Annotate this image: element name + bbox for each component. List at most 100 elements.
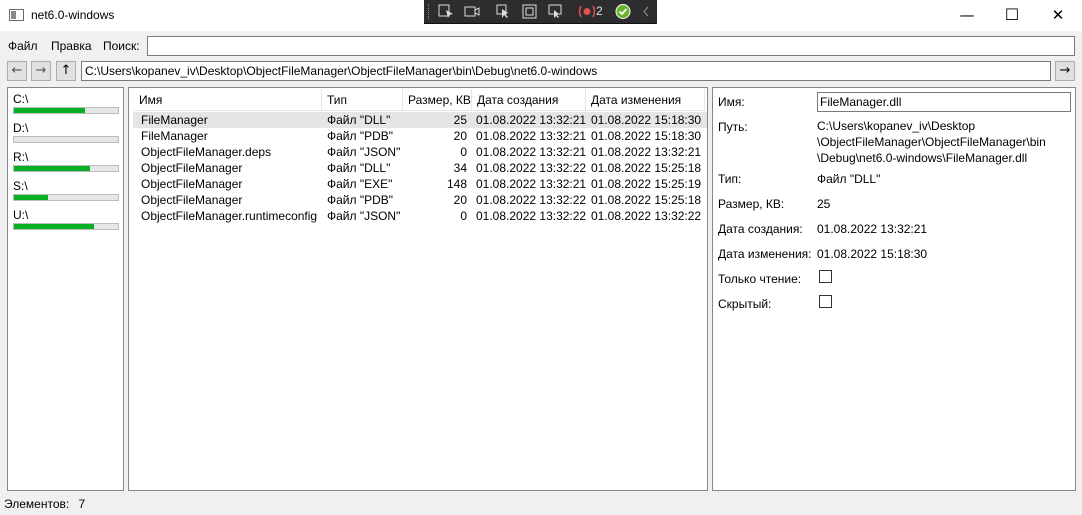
- created-label: Дата создания:: [718, 222, 803, 236]
- table-row[interactable]: ObjectFileManager Файл "DLL" 34 01.08.20…: [133, 160, 707, 176]
- drive-item[interactable]: R:\: [13, 151, 119, 172]
- drive-item[interactable]: S:\: [13, 180, 119, 201]
- drive-usage-bar: [13, 107, 119, 114]
- up-button[interactable]: ↑: [56, 61, 76, 81]
- drive-usage-fill: [14, 224, 95, 229]
- table-row[interactable]: FileManager Файл "PDB" 20 01.08.2022 13:…: [133, 128, 707, 144]
- pointer-icon[interactable]: [496, 4, 512, 19]
- file-size: 20: [453, 193, 467, 207]
- table-row[interactable]: ObjectFileManager Файл "EXE" 148 01.08.2…: [133, 176, 707, 192]
- file-created: 01.08.2022 13:32:21: [476, 129, 587, 143]
- window-title: net6.0-windows: [31, 8, 115, 22]
- drive-item[interactable]: U:\: [13, 209, 119, 230]
- select-element-icon[interactable]: [438, 4, 454, 19]
- file-created: 01.08.2022 13:32:22: [476, 209, 587, 223]
- drive-label: R:\: [13, 150, 29, 164]
- file-type: Файл "DLL": [327, 161, 391, 175]
- file-type: Файл "PDB": [327, 129, 394, 143]
- name-label: Имя:: [718, 95, 745, 109]
- track-focus-icon[interactable]: [548, 4, 564, 19]
- display-layout-icon[interactable]: [522, 4, 538, 19]
- file-created: 01.08.2022 13:32:21: [476, 113, 587, 127]
- file-size: 25: [453, 113, 467, 127]
- maximize-button[interactable]: ☐: [989, 0, 1035, 30]
- file-name: ObjectFileManager.runtimeconfig: [141, 209, 318, 223]
- drive-label: D:\: [13, 121, 29, 135]
- back-button[interactable]: ←: [7, 61, 27, 81]
- go-button[interactable]: →: [1055, 61, 1075, 81]
- file-type: Файл "JSON": [327, 145, 401, 159]
- column-header-type[interactable]: Тип: [322, 89, 403, 111]
- record-icon[interactable]: [464, 4, 480, 19]
- type-label: Тип:: [718, 172, 742, 186]
- type-value: Файл "DLL": [817, 172, 881, 186]
- minimize-button[interactable]: —: [944, 0, 990, 30]
- forward-button[interactable]: →: [31, 61, 51, 81]
- file-created: 01.08.2022 13:32:22: [476, 161, 587, 175]
- size-value: 25: [817, 197, 831, 211]
- hidden-label: Скрытый:: [718, 297, 772, 311]
- binding-failures-icon[interactable]: [578, 4, 596, 19]
- name-input[interactable]: FileManager.dll: [817, 92, 1071, 112]
- search-input[interactable]: [147, 36, 1075, 56]
- xaml-debug-toolbar: 2: [424, 0, 657, 24]
- size-label: Размер, КВ:: [718, 197, 785, 211]
- app-icon: [9, 9, 24, 21]
- file-size: 148: [446, 177, 467, 191]
- drive-item[interactable]: C:\: [13, 93, 119, 114]
- file-type: Файл "JSON": [327, 209, 401, 223]
- table-row[interactable]: ObjectFileManager Файл "PDB" 20 01.08.20…: [133, 192, 707, 208]
- modified-value: 01.08.2022 15:18:30: [817, 247, 928, 261]
- path-label: Путь:: [718, 120, 748, 134]
- hot-reload-icon[interactable]: [615, 4, 631, 19]
- toolbar-grip-icon[interactable]: [428, 4, 432, 19]
- file-type: Файл "DLL": [327, 113, 391, 127]
- search-label: Поиск:: [103, 39, 140, 53]
- file-name: ObjectFileManager.deps: [141, 145, 272, 159]
- drive-usage-bar: [13, 223, 119, 230]
- drive-usage-fill: [14, 195, 49, 200]
- table-row[interactable]: ObjectFileManager.runtimeconfig Файл "JS…: [133, 208, 707, 224]
- file-name: ObjectFileManager: [141, 177, 243, 191]
- file-type: Файл "PDB": [327, 193, 394, 207]
- items-count: 7: [78, 497, 86, 511]
- file-size: 20: [453, 129, 467, 143]
- column-header-size[interactable]: Размер, КВ: [403, 89, 472, 111]
- status-bar: Элементов: 7: [4, 497, 85, 511]
- column-header-created[interactable]: Дата создания: [472, 89, 586, 111]
- drive-item[interactable]: D:\: [13, 122, 119, 143]
- collapse-icon[interactable]: [641, 4, 651, 19]
- file-modified: 01.08.2022 13:32:21: [591, 145, 702, 159]
- hidden-checkbox[interactable]: [819, 295, 832, 308]
- menu-edit[interactable]: Правка: [51, 39, 92, 53]
- drive-usage-fill: [14, 166, 90, 171]
- table-row[interactable]: FileManager Файл "DLL" 25 01.08.2022 13:…: [133, 112, 707, 128]
- items-count-label: Элементов:: [4, 497, 70, 511]
- table-row[interactable]: ObjectFileManager.deps Файл "JSON" 0 01.…: [133, 144, 707, 160]
- file-modified: 01.08.2022 13:32:22: [591, 209, 702, 223]
- file-name: FileManager: [141, 129, 208, 143]
- created-value: 01.08.2022 13:32:21: [817, 222, 928, 236]
- readonly-checkbox[interactable]: [819, 270, 832, 283]
- modified-label: Дата изменения:: [718, 247, 812, 261]
- file-size: 34: [453, 161, 467, 175]
- file-size: 0: [460, 145, 467, 159]
- drive-label: S:\: [13, 179, 28, 193]
- drive-usage-fill: [14, 108, 85, 113]
- path-line: C:\Users\kopanev_iv\Desktop: [817, 119, 976, 133]
- file-modified: 01.08.2022 15:18:30: [591, 129, 702, 143]
- close-button[interactable]: ✕: [1035, 0, 1081, 30]
- drive-label: U:\: [13, 208, 29, 222]
- file-name: FileManager: [141, 113, 208, 127]
- drive-usage-bar: [13, 194, 119, 201]
- path-input[interactable]: C:\Users\kopanev_iv\Desktop\ObjectFileMa…: [81, 61, 1051, 81]
- binding-failures-count: 2: [596, 4, 603, 18]
- column-header-modified[interactable]: Дата изменения: [586, 89, 705, 111]
- column-header-name[interactable]: Имя: [134, 89, 322, 111]
- file-created: 01.08.2022 13:32:21: [476, 145, 587, 159]
- drives-panel: C:\ D:\ R:\ S:\ U:\: [7, 87, 124, 491]
- file-name: ObjectFileManager: [141, 161, 243, 175]
- menu-file[interactable]: Файл: [8, 39, 38, 53]
- file-created: 01.08.2022 13:32:22: [476, 193, 587, 207]
- path-line: \Debug\net6.0-windows\FileManager.dll: [817, 151, 1028, 165]
